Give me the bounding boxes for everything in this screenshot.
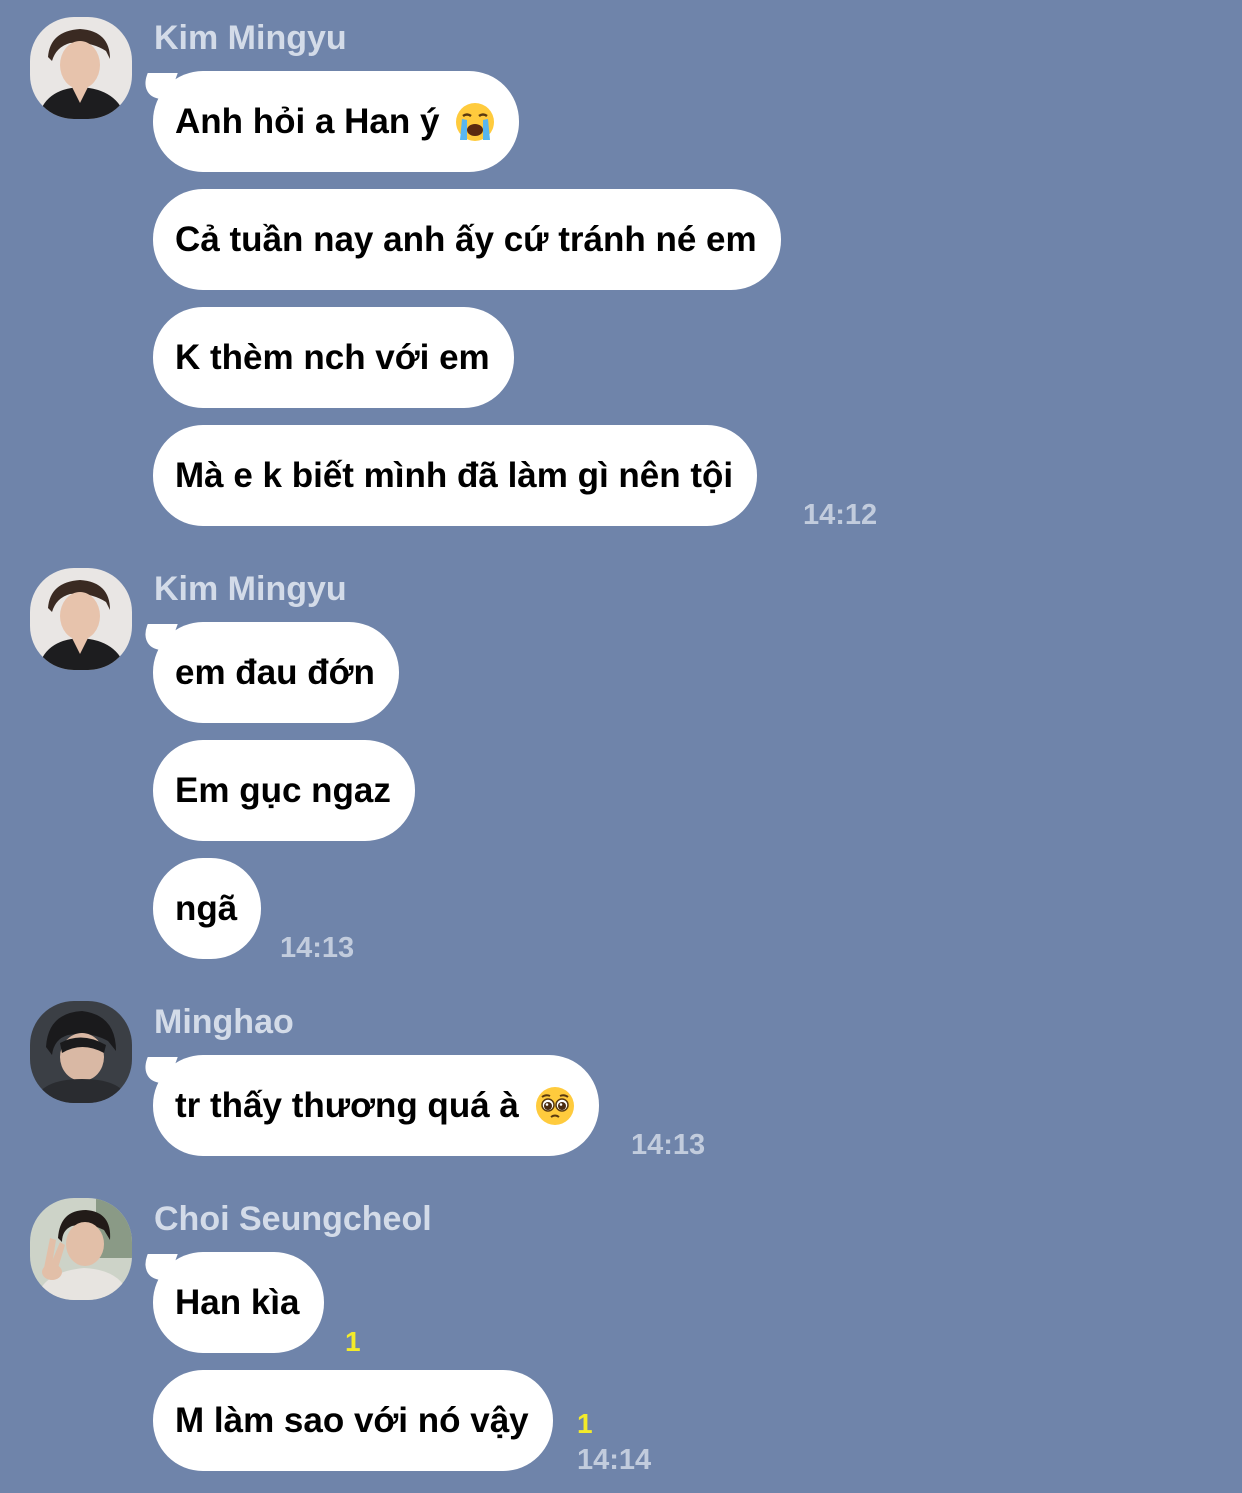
message-bubble[interactable]: ngã xyxy=(153,858,262,959)
avatar-mingyu-icon xyxy=(30,568,132,670)
message-text: Cả tuần nay anh ấy cứ tránh né em xyxy=(175,219,757,259)
message-timestamp: 14:14 xyxy=(577,1444,652,1476)
avatar-seungcheol-icon xyxy=(30,1198,132,1300)
message-text: Anh hỏi a Han ý xyxy=(175,101,440,141)
sender-name: Choi Seungcheol xyxy=(154,1200,432,1238)
message-bubble[interactable]: M làm sao với nó vậy xyxy=(153,1370,553,1471)
sender-name: Minghao xyxy=(154,1003,294,1041)
message-bubble[interactable]: Mà e k biết mình đã làm gì nên tội xyxy=(153,425,758,526)
avatar-seungcheol[interactable] xyxy=(30,1198,132,1300)
message-text: K thèm nch với em xyxy=(175,337,490,377)
message-text: ngã xyxy=(175,888,238,928)
message-text: em đau đớn xyxy=(175,652,375,692)
sender-name: Kim Mingyu xyxy=(154,19,347,57)
message-bubble[interactable]: Em gục ngaz xyxy=(153,740,415,841)
message-text: M làm sao với nó vậy xyxy=(175,1400,529,1440)
loudly-crying-face-icon xyxy=(455,102,495,142)
avatar-minghao[interactable] xyxy=(30,1001,132,1103)
message-bubble[interactable]: K thèm nch với em xyxy=(153,307,514,408)
message-text: Han kìa xyxy=(175,1282,300,1322)
avatar-mingyu-icon xyxy=(30,17,132,119)
unread-count: 1 xyxy=(345,1326,361,1357)
message-bubble[interactable]: Anh hỏi a Han ý xyxy=(153,71,520,172)
pleading-face-icon xyxy=(535,1086,575,1126)
message-timestamp: 14:12 xyxy=(803,499,878,531)
message-text: tr thấy thương quá à xyxy=(175,1085,519,1125)
message-bubble[interactable]: Han kìa xyxy=(153,1252,324,1353)
message-timestamp: 14:13 xyxy=(280,932,355,964)
avatar-mingyu-2[interactable] xyxy=(30,568,132,670)
message-timestamp: 14:13 xyxy=(631,1129,706,1161)
avatar-minghao-icon xyxy=(30,1001,132,1103)
avatar-mingyu-1[interactable] xyxy=(30,17,132,119)
sender-name: Kim Mingyu xyxy=(154,570,347,608)
message-text: Mà e k biết mình đã làm gì nên tội xyxy=(175,455,734,495)
message-text: Em gục ngaz xyxy=(175,770,391,810)
message-bubble[interactable]: Cả tuần nay anh ấy cứ tránh né em xyxy=(153,189,781,290)
message-bubble[interactable]: em đau đớn xyxy=(153,622,399,723)
unread-count: 1 xyxy=(577,1408,593,1439)
message-bubble[interactable]: tr thấy thương quá à xyxy=(153,1055,599,1156)
